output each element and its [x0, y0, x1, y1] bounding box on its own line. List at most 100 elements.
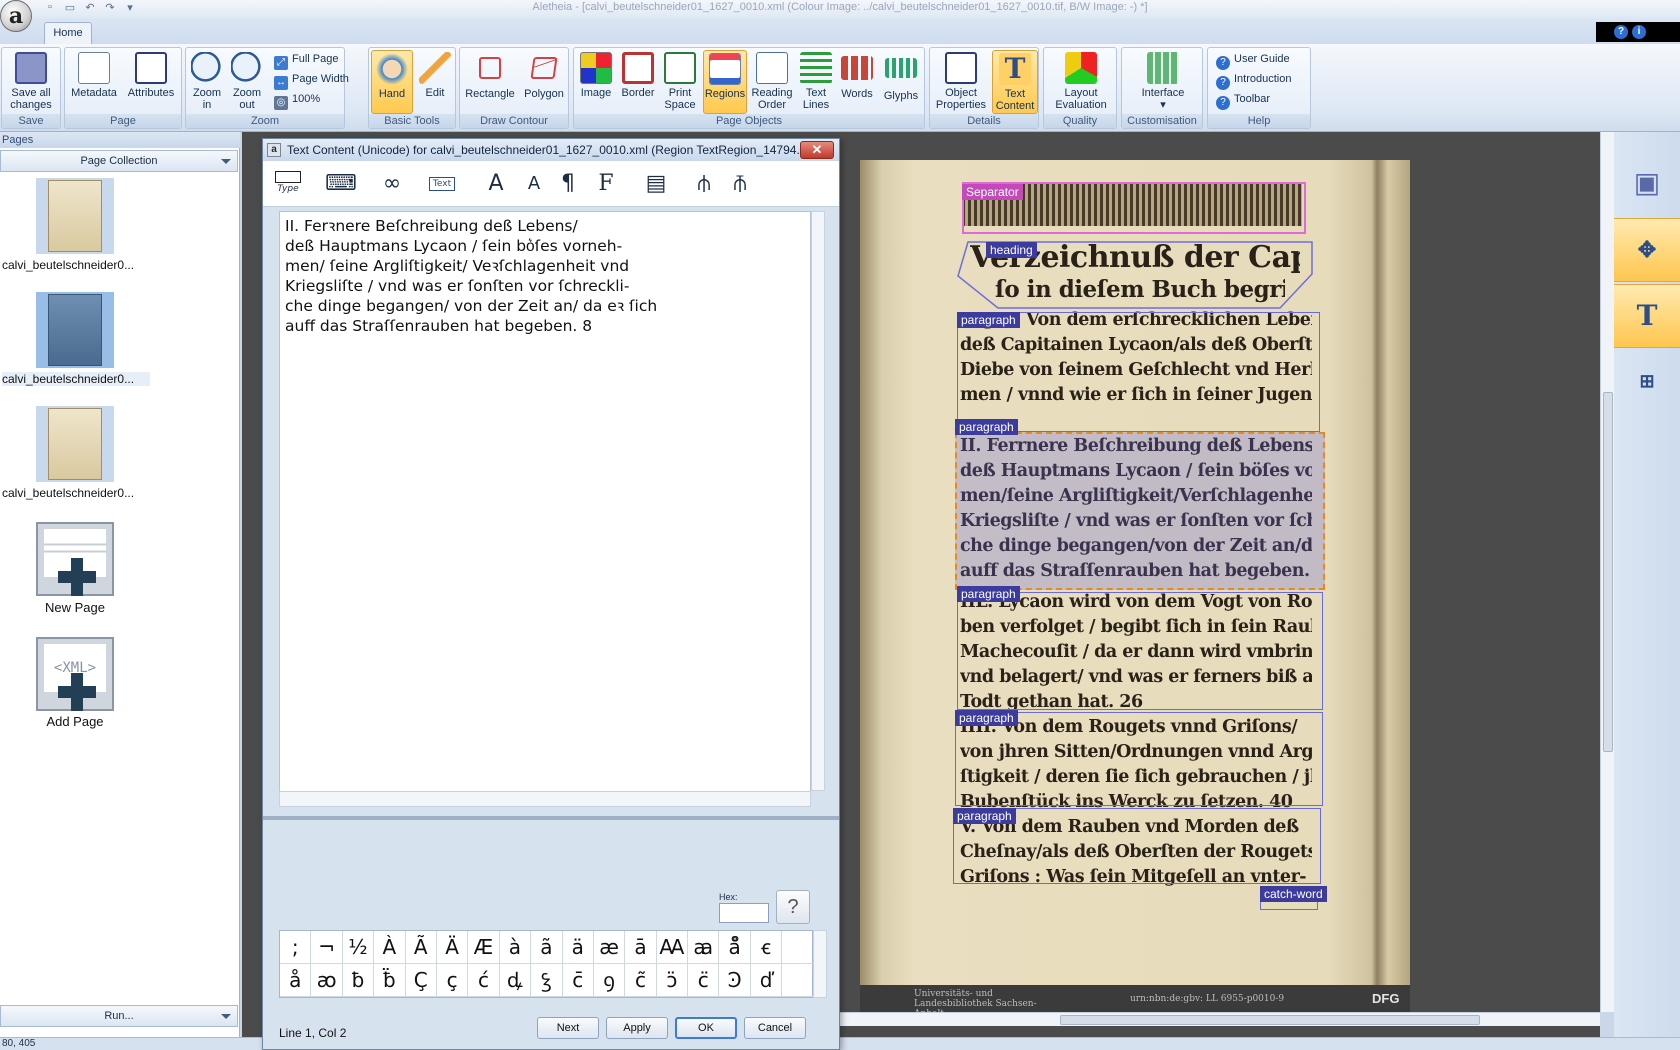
font-decrease-icon[interactable]: A [519, 169, 549, 199]
customize-qat-icon[interactable]: ▾ [122, 1, 138, 15]
special-character-cell[interactable]: Ä [436, 931, 469, 964]
special-character-cell[interactable] [782, 964, 814, 997]
hand-tool-button-right[interactable]: ✥ [1614, 218, 1680, 282]
page-collection-dropdown[interactable]: Page Collection [0, 150, 238, 172]
special-character-cell[interactable]: ā [625, 931, 657, 964]
attributes-button[interactable]: Attributes [123, 50, 179, 114]
page-thumbnail[interactable]: calvi_beutelschneider0... [0, 404, 150, 516]
layout-evaluation-button[interactable]: Layout Evaluation [1046, 50, 1116, 114]
character-grid-scrollbar[interactable] [813, 930, 827, 998]
apply-button[interactable]: Apply [606, 1017, 668, 1039]
introduction-button[interactable]: ? Introduction [1216, 70, 1291, 90]
dialog-close-button[interactable]: ✕ [800, 141, 834, 159]
words-button[interactable]: Words [837, 50, 877, 114]
special-character-cell[interactable] [782, 931, 814, 964]
polygon-tool-button[interactable]: Polygon [520, 50, 568, 114]
special-character-cell[interactable]: ƀ̈ [374, 964, 406, 997]
special-character-cell[interactable]: Ç [405, 964, 437, 997]
special-character-cell[interactable]: ꝣ [531, 964, 563, 997]
toolbar-help-button[interactable]: ? Toolbar [1216, 90, 1270, 110]
info-icon[interactable]: i [1632, 25, 1646, 39]
clipboard-icon[interactable]: ▤ [641, 169, 671, 199]
text-content-button[interactable]: T Text Content [992, 50, 1038, 114]
metadata-button[interactable]: Metadata [67, 50, 121, 114]
next-button[interactable]: Next [537, 1017, 599, 1039]
tab-home[interactable]: Home [44, 22, 92, 44]
font-icon[interactable]: F [591, 169, 621, 199]
binoculars-icon[interactable]: ∞ [377, 169, 407, 199]
text-import-button[interactable]: Text [427, 169, 457, 199]
cancel-button[interactable]: Cancel [744, 1017, 806, 1039]
run-dropdown[interactable]: Run... [0, 1005, 238, 1027]
paragraph-region-selected[interactable] [955, 432, 1325, 590]
redo-icon[interactable]: ↷ [102, 1, 118, 15]
open-folder-icon[interactable]: ▭ [62, 1, 78, 15]
viewer-hscroll-thumb[interactable] [1060, 1015, 1480, 1025]
reading-order-button[interactable]: Reading Order [749, 50, 795, 114]
viewer-horizontal-scrollbar[interactable] [840, 1012, 1600, 1026]
image-button[interactable]: Image [576, 50, 616, 114]
special-character-cell[interactable]: ꜳ [688, 931, 720, 964]
special-character-cell[interactable]: À [374, 931, 406, 964]
user-guide-button[interactable]: ? User Guide [1216, 50, 1290, 70]
regions-button[interactable]: Regions [703, 50, 747, 114]
special-character-cell[interactable]: å [280, 964, 312, 997]
special-character-cell[interactable]: ä [562, 931, 594, 964]
special-character-cell[interactable]: Æ [468, 931, 500, 964]
page-width-button[interactable]: ↔ Page Width [274, 70, 349, 90]
special-character-cell[interactable]: ꜵ [311, 964, 343, 997]
special-character-cell[interactable]: ď [750, 964, 783, 997]
hex-input[interactable] [719, 903, 769, 923]
special-character-cell[interactable]: ã [531, 931, 563, 964]
reading-order-tool-button[interactable]: ⊞ [1614, 350, 1680, 414]
text-content-tool-button[interactable]: T [1614, 284, 1680, 348]
special-character-cell[interactable]: ; [280, 931, 312, 964]
special-character-cell[interactable]: c̄ [562, 964, 594, 997]
object-properties-button[interactable]: Object Properties [932, 50, 990, 114]
save-all-button[interactable]: Save all changes [4, 50, 58, 114]
special-character-cell[interactable]: ꞓ [750, 931, 783, 964]
dialog-splitter[interactable] [263, 816, 839, 820]
special-character-cell[interactable]: Ã [405, 931, 437, 964]
hand-tool-button[interactable]: Hand [371, 50, 413, 114]
pilcrow-icon[interactable]: ¶ [553, 169, 583, 199]
special-character-cell[interactable]: ć [468, 964, 500, 997]
new-file-icon[interactable]: ▫ [42, 1, 58, 15]
character-help-button[interactable]: ? [776, 890, 810, 924]
page-thumbnail[interactable]: calvi_beutelschneider0... [0, 176, 150, 288]
undo-icon[interactable]: ↶ [82, 1, 98, 15]
special-character-cell[interactable]: Ꜿ [719, 964, 751, 997]
add-page-button[interactable]: <XML> [36, 637, 114, 711]
special-character-cell[interactable]: ꝯ [593, 964, 626, 997]
glyphs-button[interactable]: Glyphs [879, 50, 923, 114]
zoom-out-button[interactable]: Zoom out [228, 50, 266, 114]
border-button[interactable]: Border [618, 50, 658, 114]
paragraph-region[interactable] [957, 592, 1323, 710]
editor-vertical-scrollbar[interactable] [811, 211, 825, 791]
special-character-cell[interactable]: æ [593, 931, 626, 964]
editor-horizontal-scrollbar[interactable] [279, 791, 811, 807]
special-character-cell[interactable]: ɔ̈ [656, 964, 689, 997]
special-character-cell[interactable]: Ꜳ [656, 931, 689, 964]
edit-tool-button[interactable]: Edit [415, 50, 455, 114]
special-character-cell[interactable]: c̈ [688, 964, 720, 997]
text-lines-button[interactable]: Text Lines [797, 50, 835, 114]
help-icon[interactable]: ? [1614, 25, 1628, 39]
type-tool-button[interactable]: Type [273, 169, 303, 199]
interface-button[interactable]: Interface ▾ [1128, 50, 1198, 114]
viewer-vertical-scrollbar[interactable] [1600, 132, 1614, 1012]
zoom-100-button[interactable]: ◎ 100% [274, 90, 320, 110]
page-thumbnail-selected[interactable]: calvi_beutelschneider0... [0, 290, 150, 402]
special-character-cell[interactable]: å̊ [719, 931, 751, 964]
special-character-cell[interactable]: c̃ [625, 964, 657, 997]
save-tool-button[interactable]: ▣ [1614, 152, 1680, 216]
app-menu-button[interactable]: a [0, 0, 32, 32]
new-page-button[interactable] [36, 522, 114, 596]
paragraph-region[interactable] [955, 712, 1323, 806]
viewer-vscroll-thumb[interactable] [1603, 392, 1613, 752]
text-editor[interactable]: II. Ferꝛnere Beſchreibung deß Lebens/ de… [279, 211, 811, 807]
keyboard-icon[interactable]: ⌨ [325, 169, 357, 199]
rectangle-tool-button[interactable]: Rectangle [462, 50, 518, 114]
special-character-cell[interactable]: à [499, 931, 532, 964]
zoom-in-button[interactable]: Zoom in [188, 50, 226, 114]
